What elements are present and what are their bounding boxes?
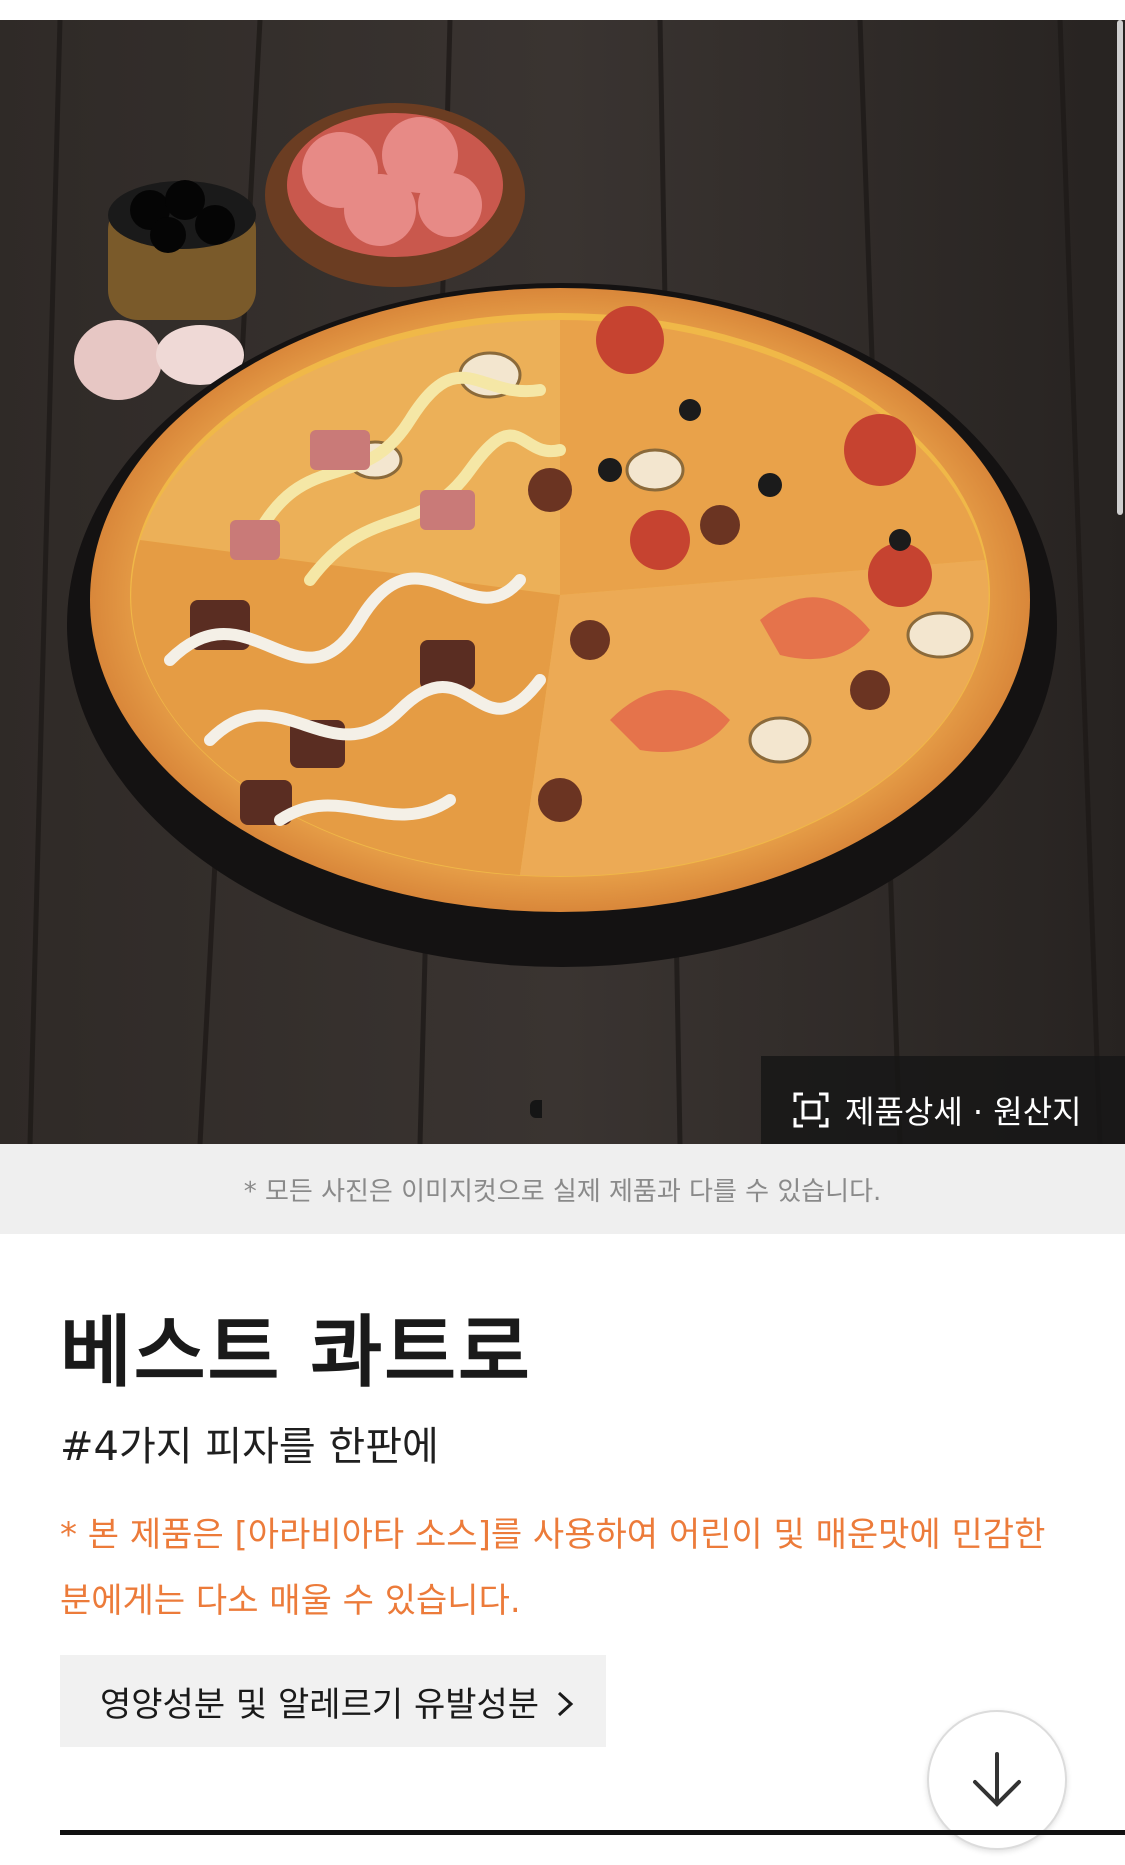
chevron-right-icon <box>555 1687 575 1717</box>
detail-button-label: 제품상세 · 원산지 <box>845 1093 1082 1131</box>
arrow-down-icon <box>973 1752 1021 1807</box>
scroll-down-button[interactable] <box>927 1710 1067 1850</box>
scrollbar[interactable] <box>1117 20 1123 515</box>
product-image-carousel[interactable]: 제품상세 · 원산지 <box>0 20 1125 1144</box>
product-tagline: #4가지 피자를 한판에 <box>60 1424 439 1470</box>
top-bar <box>0 0 1125 20</box>
nutrition-allergy-button[interactable]: 영양성분 및 알레르기 유발성분 <box>60 1655 606 1747</box>
product-page: 제품상세 · 원산지 * 모든 사진은 이미지컷으로 실제 제품과 다를 수 있… <box>0 0 1125 1865</box>
pizza-photo <box>0 20 1125 1144</box>
scan-frame-icon <box>791 1090 831 1130</box>
nutrition-button-label: 영양성분 및 알레르기 유발성분 <box>100 1684 540 1725</box>
product-detail-origin-button[interactable]: 제품상세 · 원산지 <box>761 1056 1125 1144</box>
product-title: 베스트 콰트로 <box>60 1308 532 1398</box>
spicy-warning: * 본 제품은 [아라비아타 소스]를 사용하여 어린이 및 매운맛에 민감한 … <box>60 1515 1046 1621</box>
image-notice: * 모든 사진은 이미지컷으로 실제 제품과 다를 수 있습니다. <box>0 1144 1125 1234</box>
section-divider <box>60 1830 1125 1835</box>
image-notice-text: * 모든 사진은 이미지컷으로 실제 제품과 다를 수 있습니다. <box>243 1176 882 1207</box>
carousel-indicator[interactable] <box>530 1100 542 1118</box>
